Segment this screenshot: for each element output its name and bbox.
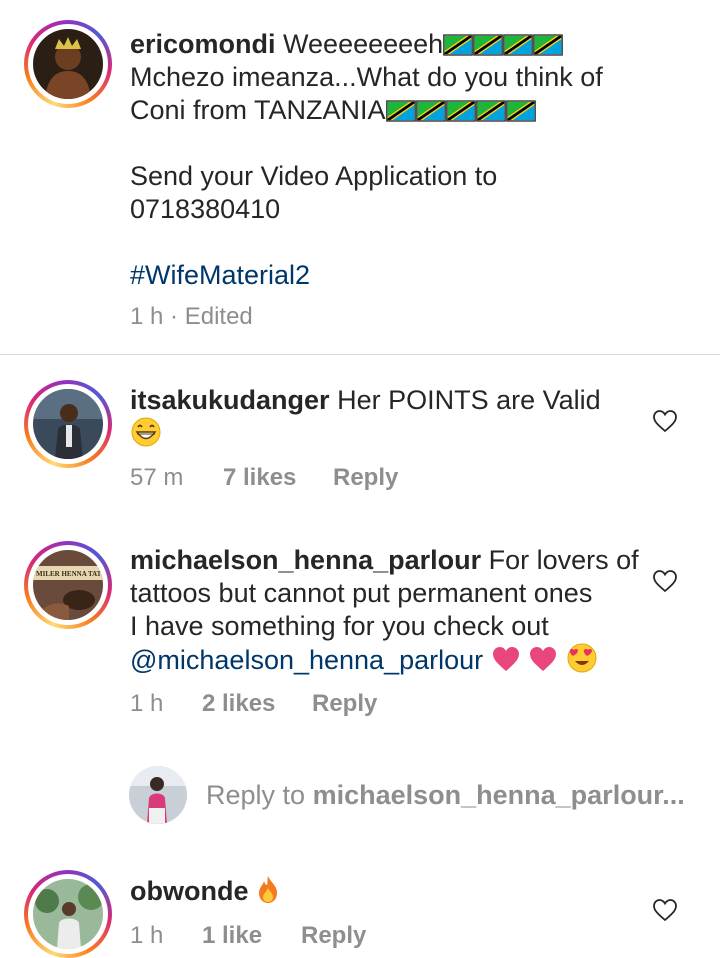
post-caption: ericomondi Weeeeeeeeh Mchezo imeanza...W… xyxy=(130,28,603,292)
caption-hashtag[interactable]: #WifeMaterial2 xyxy=(130,259,603,292)
tanzania-flag-icon xyxy=(416,99,446,123)
comment-time: 1 h xyxy=(130,690,164,717)
caption-text-line3: Coni from TANZANIA xyxy=(130,95,386,125)
comment-username[interactable]: itsakukudanger xyxy=(130,385,330,415)
like-heart-icon[interactable] xyxy=(652,898,678,922)
comment-body: michaelson_henna_parlour For lovers of t… xyxy=(130,544,639,677)
comment-text-line3: I have something for you check out xyxy=(130,611,549,641)
reply-input[interactable]: Reply to michaelson_henna_parlour... xyxy=(206,780,685,811)
caption-text-line1: Weeeeeeeeh xyxy=(283,29,444,59)
like-heart-icon[interactable] xyxy=(652,569,678,593)
comment-time: 57 m xyxy=(130,464,184,491)
reply-prefix: Reply to xyxy=(206,780,306,810)
caption-username[interactable]: ericomondi xyxy=(130,29,276,59)
reply-target: michaelson_henna_parlour... xyxy=(312,780,685,810)
comment-likes[interactable]: 1 like xyxy=(202,922,262,950)
fire-emoji-icon xyxy=(259,876,277,903)
post-author-avatar[interactable] xyxy=(24,20,112,108)
caption-divider xyxy=(0,354,720,355)
heart-eyes-emoji-icon xyxy=(567,643,597,673)
caption-meta: 1 h · Edited xyxy=(130,303,253,331)
comment-meta: 57 m 7 likes Reply xyxy=(130,464,398,492)
grinning-emoji-icon xyxy=(131,417,161,447)
tanzania-flag-icon xyxy=(473,33,503,57)
comment-username[interactable]: obwonde xyxy=(130,876,248,906)
comment-meta: 1 h 2 likes Reply xyxy=(130,690,377,718)
comment-text-line1: For lovers of xyxy=(488,545,639,575)
caption-separator: · xyxy=(170,303,179,330)
tanzania-flag-icon xyxy=(506,99,536,123)
reply-button[interactable]: Reply xyxy=(333,464,398,492)
caption-text-line2: Mchezo imeanza...What do you think of xyxy=(130,62,603,92)
comment-avatar[interactable] xyxy=(24,380,112,468)
tanzania-flag-icon xyxy=(503,33,533,57)
avatar-shop-sign: MILER HENNA TATT xyxy=(36,570,103,578)
comment-meta: 1 h 1 like Reply xyxy=(130,922,366,950)
tanzania-flag-icon xyxy=(476,99,506,123)
caption-edited-label: Edited xyxy=(184,303,253,330)
caption-text-line4: Send your Video Application to xyxy=(130,161,498,191)
comment-text-line2: tattoos but cannot put permanent ones xyxy=(130,578,593,608)
comment-avatar[interactable] xyxy=(24,870,112,958)
comment-time: 1 h xyxy=(130,922,164,949)
reply-button[interactable]: Reply xyxy=(301,922,366,950)
comment-avatar[interactable]: MILER HENNA TATT xyxy=(24,541,112,629)
comment-likes[interactable]: 7 likes xyxy=(223,464,296,492)
like-heart-icon[interactable] xyxy=(652,409,678,433)
tanzania-flag-icon xyxy=(446,99,476,123)
comment-text: Her POINTS are Valid xyxy=(337,385,601,415)
pink-heart-emoji-icon xyxy=(528,645,558,673)
current-user-avatar xyxy=(129,766,187,824)
pink-heart-emoji-icon xyxy=(491,645,521,673)
comment-username[interactable]: michaelson_henna_parlour xyxy=(130,545,481,575)
tanzania-flag-icon xyxy=(386,99,416,123)
tanzania-flag-icon xyxy=(533,33,563,57)
tanzania-flag-icon xyxy=(443,33,473,57)
caption-time: 1 h xyxy=(130,303,164,330)
comment-body: obwonde xyxy=(130,874,280,908)
reply-button[interactable]: Reply xyxy=(312,690,377,718)
comment-mention[interactable]: @michaelson_henna_parlour xyxy=(130,645,483,675)
comment-likes[interactable]: 2 likes xyxy=(202,690,275,718)
comment-body: itsakukudanger Her POINTS are Valid xyxy=(130,384,601,451)
caption-phone: 0718380410 xyxy=(130,194,281,224)
